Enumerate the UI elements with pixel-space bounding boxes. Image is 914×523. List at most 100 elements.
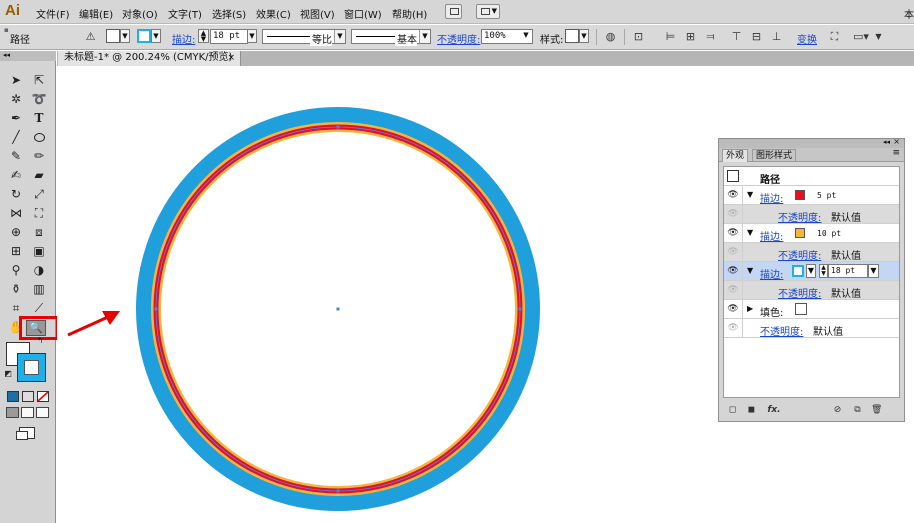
panel-titlebar[interactable]: ◂◂ ×: [719, 137, 904, 148]
stroke-color-swatch[interactable]: [795, 228, 805, 238]
stroke-swatch[interactable]: [137, 29, 151, 43]
close-icon[interactable]: ×: [893, 137, 900, 146]
stroke-row-3[interactable]: 👁 ▼ 描边: ▼ ▲ ▼ 18 pt ▼: [724, 262, 899, 281]
isolate-icon[interactable]: ⛶: [828, 30, 841, 43]
add-fill-icon[interactable]: ◼: [746, 405, 757, 416]
align-left-icon[interactable]: ⊨: [664, 30, 677, 43]
add-effect-icon[interactable]: fx.: [765, 405, 783, 416]
blend-tool-icon[interactable]: ◑: [29, 261, 49, 279]
stroke-weight-field[interactable]: 18 pt: [828, 264, 868, 278]
draw-normal-button[interactable]: [6, 407, 19, 418]
menu-edit[interactable]: 编辑(E): [79, 6, 113, 21]
stroke-weight-dropdown[interactable]: ▼: [247, 29, 257, 43]
scale-tool-icon[interactable]: ⤢: [29, 185, 49, 203]
none-mode-button[interactable]: [37, 391, 49, 402]
transform-panel-link[interactable]: 变换: [797, 31, 817, 46]
eye-icon[interactable]: 👁: [724, 262, 743, 280]
fill-swatch[interactable]: [106, 29, 120, 43]
close-icon[interactable]: ×: [227, 51, 235, 65]
perspective-grid-tool-icon[interactable]: ⧈: [29, 223, 49, 241]
menu-type[interactable]: 文字(T): [168, 6, 202, 21]
collapse-icon[interactable]: ◂◂: [883, 138, 890, 146]
symbol-sprayer-tool-icon[interactable]: ⚱: [6, 280, 26, 298]
graphic-style-swatch[interactable]: [565, 29, 579, 43]
opacity-row-3[interactable]: 👁 不透明度: 默认值: [724, 281, 899, 300]
stroke-color-box[interactable]: [17, 353, 46, 382]
fill-row[interactable]: 👁 ▶ 填色:: [724, 300, 899, 319]
arrange-documents-button[interactable]: ▼: [476, 4, 500, 19]
chevron-down-icon[interactable]: ▼: [872, 30, 885, 43]
stroke-label[interactable]: 描边:: [760, 228, 783, 243]
menu-help[interactable]: 帮助(H): [392, 6, 427, 21]
mesh-tool-icon[interactable]: ⊞: [6, 242, 26, 260]
stroke-weight-stepper[interactable]: ▲ ▼: [198, 29, 209, 43]
slice-tool-icon[interactable]: ⟋: [29, 299, 49, 317]
eye-icon[interactable]: 👁: [724, 186, 743, 204]
trash-icon[interactable]: 🗑: [871, 405, 882, 416]
eye-icon[interactable]: 👁: [724, 205, 743, 223]
default-fill-stroke-icon[interactable]: ◩: [2, 369, 14, 379]
stroke-label[interactable]: 描边:: [760, 266, 783, 281]
align-right-icon[interactable]: ⫤: [704, 30, 717, 43]
align-top-icon[interactable]: ⊤: [730, 30, 743, 43]
screen-mode-icon[interactable]: [16, 427, 35, 440]
align-bottom-icon[interactable]: ⊥: [770, 30, 783, 43]
eyedropper-tool-icon[interactable]: ⚲: [6, 261, 26, 279]
disclosure-triangle-icon[interactable]: ▼: [747, 228, 753, 237]
tab-graphic-styles[interactable]: 图形样式: [752, 149, 797, 162]
ellipse-tool-icon[interactable]: [29, 128, 49, 146]
draw-inside-button[interactable]: [36, 407, 49, 418]
align-middle-icon[interactable]: ⊟: [750, 30, 763, 43]
column-graph-tool-icon[interactable]: ▥: [29, 280, 49, 298]
bridge-button[interactable]: [445, 4, 462, 19]
pencil-tool-icon[interactable]: ✏: [29, 147, 49, 165]
stroke-color-dropdown[interactable]: ▼: [806, 264, 816, 278]
blob-brush-tool-icon[interactable]: ✍: [6, 166, 26, 184]
eye-icon[interactable]: 👁: [724, 319, 743, 337]
stroke-panel-link[interactable]: 描边:: [172, 31, 195, 46]
add-stroke-icon[interactable]: ◻: [727, 405, 738, 416]
stroke-label[interactable]: 描边:: [760, 190, 783, 205]
opacity-label[interactable]: 不透明度:: [778, 285, 821, 300]
stroke-row-2[interactable]: 👁 ▼ 描边: 10 pt: [724, 224, 899, 243]
stroke-color-swatch[interactable]: [792, 265, 804, 277]
pen-tool-icon[interactable]: ✒: [6, 109, 26, 127]
paintbrush-tool-icon[interactable]: ✎: [6, 147, 26, 165]
shape-builder-tool-icon[interactable]: ⊕: [6, 223, 26, 241]
panel-menu-icon[interactable]: ≡: [892, 148, 900, 158]
gradient-tool-icon[interactable]: ▣: [29, 242, 49, 260]
rotate-tool-icon[interactable]: ↻: [6, 185, 26, 203]
opacity-label[interactable]: 不透明度:: [760, 323, 803, 338]
opacity-label[interactable]: 不透明度:: [778, 247, 821, 262]
menu-window[interactable]: 窗口(W): [344, 6, 382, 21]
magic-wand-tool-icon[interactable]: ✲: [6, 90, 26, 108]
direct-selection-tool-icon[interactable]: ⇱: [29, 71, 49, 89]
opacity-row-object[interactable]: 👁 不透明度: 默认值: [724, 319, 899, 338]
align-center-icon[interactable]: ⊞: [684, 30, 697, 43]
opacity-panel-link[interactable]: 不透明度:: [437, 31, 480, 46]
menu-effect[interactable]: 效果(C): [256, 6, 291, 21]
eye-icon[interactable]: 👁: [724, 281, 743, 299]
stroke-weight-dropdown[interactable]: ▼: [868, 264, 879, 278]
color-mode-button[interactable]: [7, 391, 19, 402]
swap-fill-stroke-icon[interactable]: ↰: [34, 336, 46, 346]
stroke-dropdown[interactable]: ▼: [151, 29, 161, 43]
menu-file[interactable]: 文件(F): [36, 6, 70, 21]
stroke-row-1[interactable]: 👁 ▼ 描边: 5 pt: [724, 186, 899, 205]
eraser-tool-icon[interactable]: ▰: [29, 166, 49, 184]
width-tool-icon[interactable]: ⋈: [6, 204, 26, 222]
opacity-dropdown[interactable]: ▼: [521, 29, 531, 43]
arrange-icon[interactable]: ▭▾: [850, 30, 872, 43]
select-similar-icon[interactable]: ⊡: [632, 30, 645, 43]
disclosure-triangle-icon[interactable]: ▶: [747, 304, 753, 313]
clear-appearance-icon[interactable]: ⊘: [832, 405, 843, 416]
tab-appearance[interactable]: 外观: [722, 149, 749, 162]
eye-icon[interactable]: 👁: [724, 243, 743, 261]
variable-width-profile-select[interactable]: 等比 ▼: [262, 29, 346, 46]
document-tab[interactable]: 未标题-1* @ 200.24% (CMYK/预览) ×: [58, 51, 241, 66]
menu-object[interactable]: 对象(O): [122, 6, 158, 21]
duplicate-item-icon[interactable]: ⧉: [852, 405, 863, 416]
workspace-label[interactable]: 本: [904, 6, 914, 21]
recolor-artwork-icon[interactable]: ◍: [604, 30, 617, 43]
type-tool-icon[interactable]: T: [29, 109, 49, 127]
